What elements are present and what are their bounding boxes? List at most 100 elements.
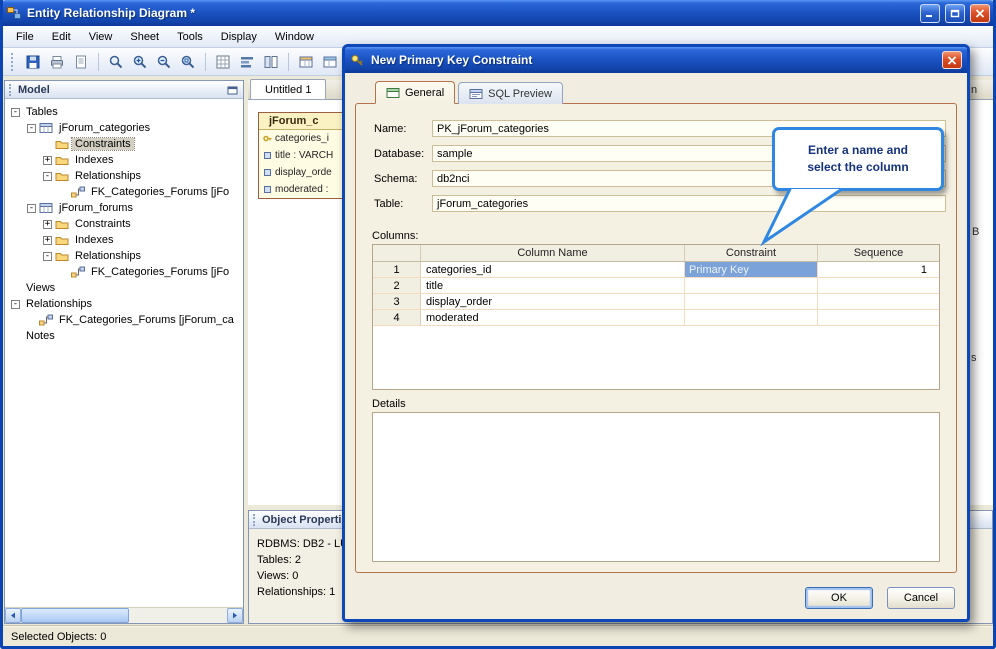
tab-general[interactable]: General [375, 81, 456, 104]
tree-item-indexes2[interactable]: + Indexes [5, 232, 243, 248]
expander-icon[interactable]: - [43, 171, 52, 181]
row-number-cell: 1 [373, 262, 421, 277]
scrollbar-thumb[interactable] [21, 608, 129, 623]
statusbar: Selected Objects: 0 [3, 626, 993, 646]
expander-icon[interactable]: - [27, 123, 36, 133]
zoom-out-button[interactable] [153, 51, 175, 73]
menu-view[interactable]: View [80, 28, 122, 46]
layout-button[interactable] [260, 51, 282, 73]
menu-display[interactable]: Display [212, 28, 266, 46]
tree-item-relationships2[interactable]: - Relationships [5, 248, 243, 264]
clipped-text-fragment: s [971, 352, 977, 364]
expander-icon[interactable]: - [27, 203, 36, 213]
align-button[interactable] [236, 51, 258, 73]
columns-section-label: Columns: [372, 230, 419, 242]
grid-button[interactable] [212, 51, 234, 73]
horizontal-scrollbar[interactable] [5, 607, 243, 623]
tree-item-notes[interactable]: Notes [5, 328, 243, 344]
sequence-cell[interactable] [818, 278, 939, 293]
table-row[interactable]: 1 categories_id Primary Key 1 [373, 262, 939, 278]
tab-sql-preview[interactable]: SQL Preview [458, 82, 563, 104]
scrollbar-track[interactable] [21, 608, 227, 623]
column-name-cell[interactable]: moderated [421, 310, 685, 325]
constraint-cell[interactable] [685, 310, 818, 325]
dialog-close-button[interactable] [942, 51, 962, 69]
print-button[interactable] [46, 51, 68, 73]
tree-item-fk2[interactable]: FK_Categories_Forums [jFo [5, 264, 243, 280]
window-title: Entity Relationship Diagram * [27, 6, 196, 20]
table-row[interactable]: 4 moderated [373, 310, 939, 326]
table-row[interactable]: 3 display_order [373, 294, 939, 310]
sql-preview-tab-icon [469, 88, 483, 100]
tree-item-views[interactable]: Views [5, 280, 243, 296]
new-table-button[interactable] [295, 51, 317, 73]
tree-item-jforum-categories[interactable]: - jForum_categories [5, 120, 243, 136]
tree-item-relationships[interactable]: - Relationships [5, 168, 243, 184]
menu-sheet[interactable]: Sheet [121, 28, 168, 46]
new-view-button[interactable] [319, 51, 341, 73]
panel-float-icon[interactable] [227, 85, 239, 95]
menu-window[interactable]: Window [266, 28, 323, 46]
column-name-cell[interactable]: display_order [421, 294, 685, 309]
column-icon [263, 185, 272, 194]
constraint-cell[interactable] [685, 278, 818, 293]
constraint-cell[interactable] [685, 294, 818, 309]
tree-item-tables[interactable]: - Tables [5, 104, 243, 120]
expander-icon[interactable]: + [43, 219, 52, 229]
expander-icon[interactable]: + [43, 155, 52, 165]
model-tree: - Tables - jForum_categories Constraints… [5, 100, 243, 607]
tree-item-jforum-forums[interactable]: - jForum_forums [5, 200, 243, 216]
document-tab-label: Untitled 1 [265, 83, 312, 96]
expander-icon[interactable]: - [43, 251, 52, 261]
constraint-cell[interactable]: Primary Key [685, 262, 818, 277]
maximize-button[interactable] [945, 3, 965, 23]
callout-line1: Enter a name and [807, 143, 909, 157]
clipped-text-fragment: n [971, 84, 978, 96]
panel-grip[interactable] [253, 513, 257, 526]
menu-tools[interactable]: Tools [168, 28, 212, 46]
sequence-cell[interactable] [818, 294, 939, 309]
column-name-cell[interactable]: title [421, 278, 685, 293]
toolbar-grip[interactable] [11, 52, 16, 71]
table-icon [39, 202, 53, 214]
sequence-cell[interactable] [818, 310, 939, 325]
tree-item-constraints2[interactable]: + Constraints [5, 216, 243, 232]
database-label: Database: [374, 148, 425, 160]
columns-table-header: Column Name Constraint Sequence [373, 245, 939, 262]
scroll-right-button[interactable] [227, 608, 243, 623]
ok-button[interactable]: OK [805, 587, 873, 609]
er-column-label: categories_i [275, 133, 329, 144]
tree-item-constraints[interactable]: Constraints [5, 136, 243, 152]
panel-grip[interactable] [9, 83, 13, 96]
model-panel-title: Model [18, 83, 50, 96]
toolbar-separator [205, 52, 206, 71]
tree-item-fk[interactable]: FK_Categories_Forums [jFo [5, 184, 243, 200]
details-textarea[interactable] [372, 412, 940, 562]
expander-icon[interactable]: - [11, 299, 20, 309]
schema-label: Schema: [374, 173, 418, 185]
zoom-in-button[interactable] [129, 51, 151, 73]
expander-icon[interactable]: + [43, 235, 52, 245]
zoom-button[interactable] [105, 51, 127, 73]
table-input[interactable]: jForum_categories [432, 195, 946, 212]
sequence-cell[interactable]: 1 [818, 262, 939, 277]
name-label: Name: [374, 123, 407, 135]
close-button[interactable] [970, 3, 990, 23]
table-row[interactable]: 2 title [373, 278, 939, 294]
tree-item-indexes[interactable]: + Indexes [5, 152, 243, 168]
cancel-button[interactable]: Cancel [887, 587, 955, 609]
expander-icon[interactable]: - [11, 107, 20, 117]
menu-file[interactable]: File [7, 28, 43, 46]
tab-sql-preview-label: SQL Preview [488, 87, 552, 100]
clipped-text-fragment: B [972, 226, 980, 238]
save-button[interactable] [22, 51, 44, 73]
column-name-cell[interactable]: categories_id [421, 262, 685, 277]
print-preview-button[interactable] [70, 51, 92, 73]
menu-edit[interactable]: Edit [43, 28, 80, 46]
minimize-button[interactable] [920, 3, 940, 23]
tab-untitled-1[interactable]: Untitled 1 [250, 79, 327, 99]
scroll-left-button[interactable] [5, 608, 21, 623]
tree-item-fk3[interactable]: FK_Categories_Forums [jForum_ca [5, 312, 243, 328]
zoom-fit-button[interactable] [177, 51, 199, 73]
tree-item-relationships-root[interactable]: - Relationships [5, 296, 243, 312]
